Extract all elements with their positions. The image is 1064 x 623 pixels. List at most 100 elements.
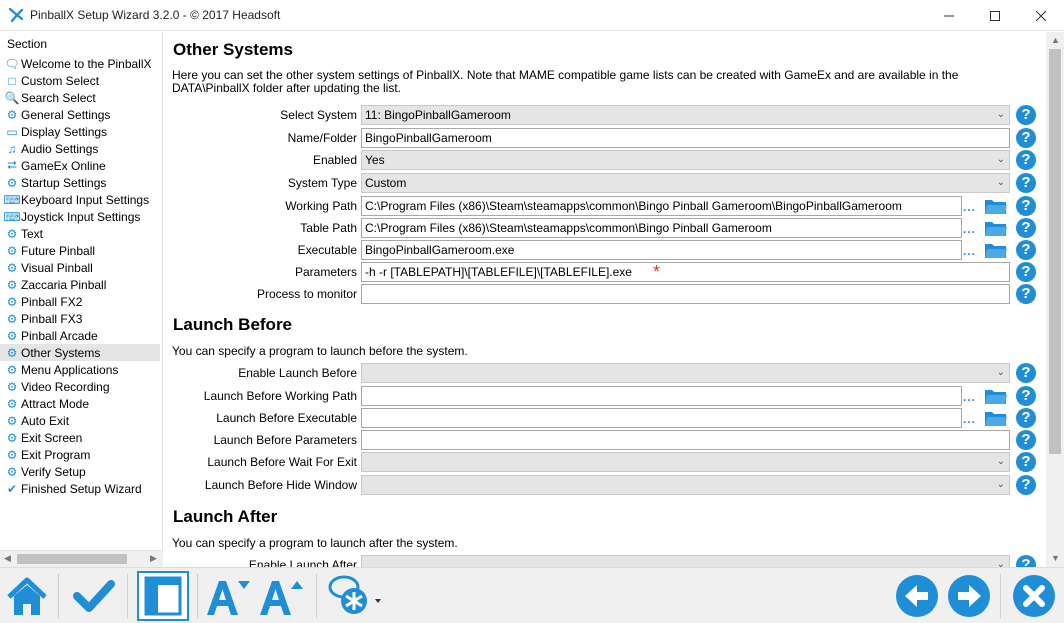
sidebar-item-auto-exit[interactable]: ⚙ Auto Exit (0, 412, 162, 429)
sidebar-item-other-systems[interactable]: ⚙ Other Systems (0, 344, 160, 361)
help-icon[interactable]: ? (1016, 173, 1036, 193)
sidebar-item-pinball-fx2[interactable]: ⚙ Pinball FX2 (0, 293, 162, 310)
sidebar-item-audio-settings[interactable]: ♫ Audio Settings (0, 140, 162, 157)
help-icon[interactable]: ? (1016, 150, 1036, 170)
sidebar-item-label: Display Settings (21, 124, 108, 139)
launch-before-hide-dropdown[interactable]: ⌄ (361, 475, 1010, 495)
help-icon[interactable]: ? (1016, 475, 1036, 495)
sidebar-item-pinball-arcade[interactable]: ⚙ Pinball Arcade (0, 327, 162, 344)
browse-button[interactable]: ... (963, 196, 1010, 216)
back-button[interactable] (893, 572, 941, 620)
enable-launch-after-dropdown[interactable]: ⌄ (361, 555, 1010, 567)
process-to-monitor-input[interactable] (361, 284, 1010, 304)
sidebar-item-welcome-to-the-pinballx[interactable]: 🗨 Welcome to the PinballX (0, 55, 162, 72)
enabled-dropdown[interactable]: Yes ⌄ (361, 150, 1010, 170)
table-path-input[interactable]: C:\Program Files (x86)\Steam\steamapps\c… (361, 218, 962, 238)
dots-icon: ... (963, 244, 977, 258)
help-icon[interactable]: ? (1016, 452, 1036, 472)
help-icon[interactable]: ? (1016, 408, 1036, 428)
sidebar-item-custom-select[interactable]: □ Custom Select (0, 72, 162, 89)
main-vertical-scrollbar[interactable]: ▲ ▼ (1046, 32, 1064, 567)
sidebar-item-startup-settings[interactable]: ⚙ Startup Settings (0, 174, 162, 191)
sidebar-item-attract-mode[interactable]: ⚙ Attract Mode (0, 395, 162, 412)
help-icon[interactable]: ? (1016, 555, 1036, 567)
select-system-dropdown[interactable]: 11: BingoPinballGameroom ⌄ (361, 105, 1010, 125)
sidebar-item-label: Pinball FX2 (21, 294, 83, 309)
back-icon (896, 575, 938, 617)
field-label: Working Path (285, 199, 357, 213)
exit-wizard-button[interactable] (1010, 572, 1058, 620)
sidebar-item-menu-applications[interactable]: ⚙ Menu Applications (0, 361, 162, 378)
apply-button[interactable] (70, 572, 118, 620)
sidebar-item-future-pinball[interactable]: ⚙ Future Pinball (0, 242, 162, 259)
sidebar-item-label: Audio Settings (21, 141, 99, 156)
sidebar-item-pinball-fx3[interactable]: ⚙ Pinball FX3 (0, 310, 162, 327)
launch-before-parameters-input[interactable] (361, 430, 1010, 450)
launch-before-working-path-input[interactable] (361, 386, 962, 406)
help-icon[interactable]: ? (1016, 128, 1036, 148)
row-enabled: Enabled Yes ⌄ ? (164, 150, 1046, 172)
help-icon[interactable]: ? (1016, 430, 1036, 450)
sidebar-item-display-settings[interactable]: ▭ Display Settings (0, 123, 162, 140)
help-icon[interactable]: ? (1016, 196, 1036, 216)
forward-button[interactable] (945, 572, 993, 620)
sidebar-horizontal-scrollbar[interactable]: ◀ ▶ (0, 550, 163, 567)
sidebar-item-finished-setup-wizard[interactable]: ✔ Finished Setup Wizard (0, 480, 162, 497)
scroll-up-icon[interactable]: ▲ (1051, 35, 1060, 45)
minimize-icon (944, 15, 954, 16)
gear-icon: ⚙ (6, 107, 18, 122)
help-icon[interactable]: ? (1016, 363, 1036, 383)
scroll-right-icon[interactable]: ▶ (150, 553, 157, 564)
sidebar-item-text[interactable]: ⚙ Text (0, 225, 162, 242)
sidebar-item-gameex-online[interactable]: ⮂ GameEx Online (0, 157, 162, 174)
browse-button[interactable]: ... (963, 240, 1010, 260)
sidebar-item-zaccaria-pinball[interactable]: ⚙ Zaccaria Pinball (0, 276, 162, 293)
decrease-font-button[interactable] (204, 572, 252, 620)
scrollbar-thumb[interactable] (17, 554, 127, 564)
layout-toggle-button[interactable] (137, 571, 189, 621)
browse-button[interactable]: ... (963, 218, 1010, 238)
help-icon[interactable]: ? (1016, 218, 1036, 238)
field-label: Launch Before Working Path (203, 389, 357, 403)
browse-button[interactable]: ... (963, 408, 1010, 428)
launch-before-wait-dropdown[interactable]: ⌄ (361, 452, 1010, 472)
sidebar-item-video-recording[interactable]: ⚙ Video Recording (0, 378, 162, 395)
scrollbar-thumb[interactable] (1049, 49, 1061, 454)
sidebar-item-label: Auto Exit (21, 413, 70, 428)
system-type-dropdown[interactable]: Custom ⌄ (361, 173, 1010, 193)
enable-launch-before-dropdown[interactable]: ⌄ (361, 363, 1010, 383)
sidebar-item-label: Attract Mode (21, 396, 90, 411)
sidebar-item-exit-screen[interactable]: ⚙ Exit Screen (0, 429, 162, 446)
sidebar-item-general-settings[interactable]: ⚙ General Settings (0, 106, 162, 123)
help-icon[interactable]: ? (1016, 262, 1036, 282)
help-icon[interactable]: ? (1016, 105, 1036, 125)
minimize-button[interactable] (926, 0, 972, 31)
dots-icon: ... (963, 412, 977, 426)
close-window-button[interactable] (1018, 0, 1064, 31)
sidebar-item-joystick-input-settings[interactable]: ⌨ Joystick Input Settings (0, 208, 162, 225)
sidebar-item-keyboard-input-settings[interactable]: ⌨ Keyboard Input Settings (0, 191, 162, 208)
help-icon[interactable]: ? (1016, 386, 1036, 406)
scroll-down-icon[interactable]: ▼ (1051, 553, 1060, 563)
increase-font-button[interactable] (257, 572, 305, 620)
scroll-left-icon[interactable]: ◀ (4, 553, 11, 564)
sidebar-nav: 🗨 Welcome to the PinballX □ Custom Select 🔍 S… (0, 55, 162, 497)
sidebar-item-search-select[interactable]: 🔍 Search Select (0, 89, 162, 106)
working-path-input[interactable]: C:\Program Files (x86)\Steam\steamapps\c… (361, 196, 962, 216)
sidebar-item-exit-program[interactable]: ⚙ Exit Program (0, 446, 162, 463)
maximize-button[interactable] (972, 0, 1018, 31)
name-folder-input[interactable]: BingoPinballGameroom (361, 128, 1010, 148)
sidebar-item-verify-setup[interactable]: ⚙ Verify Setup (0, 463, 162, 480)
sidebar-item-visual-pinball[interactable]: ⚙ Visual Pinball (0, 259, 162, 276)
launch-before-executable-input[interactable] (361, 408, 962, 428)
help-icon[interactable]: ? (1016, 240, 1036, 260)
language-settings-button[interactable] (326, 572, 386, 620)
font-increase-icon (260, 581, 303, 615)
help-icon[interactable]: ? (1016, 284, 1036, 304)
row-parameters: Parameters -h -r [TABLEPATH]\[TABLEFILE]… (164, 262, 1046, 284)
executable-input[interactable]: BingoPinballGameroom.exe (361, 240, 962, 260)
parameters-input[interactable]: -h -r [TABLEPATH]\[TABLEFILE]\[TABLEFILE… (361, 262, 1010, 282)
home-button[interactable] (3, 572, 51, 620)
section-description: You can specify a program to launch befo… (172, 344, 468, 358)
browse-button[interactable]: ... (963, 386, 1010, 406)
